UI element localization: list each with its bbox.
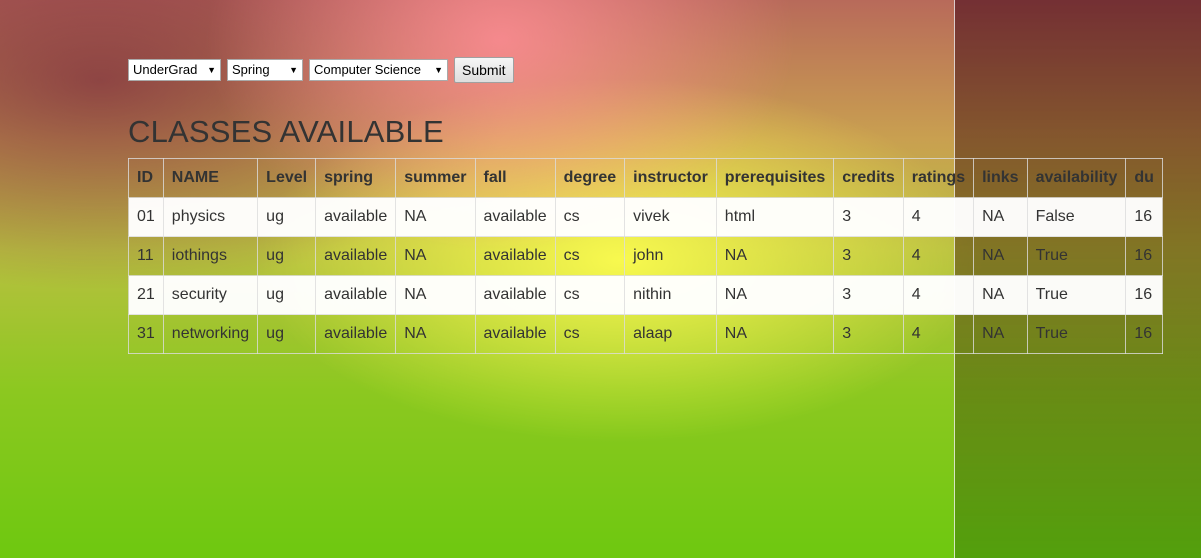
cell-degree: cs — [554, 275, 626, 315]
cell-level: ug — [257, 314, 317, 354]
cell-availability: False — [1026, 197, 1127, 237]
page-title: CLASSES AVAILABLE — [128, 114, 444, 149]
cell-id: 01 — [128, 197, 164, 237]
cell-instructor: vivek — [624, 197, 717, 237]
cell-id: 31 — [128, 314, 164, 354]
submit-button[interactable]: Submit — [454, 57, 514, 83]
cell-summer: NA — [395, 314, 476, 354]
column-header-spring: spring — [315, 158, 397, 198]
cell-duration: 16 — [1125, 236, 1163, 276]
cell-level: ug — [257, 275, 317, 315]
cell-credits: 3 — [833, 314, 904, 354]
cell-name: security — [162, 275, 259, 315]
cell-availability: True — [1026, 275, 1127, 315]
cell-spring: available — [315, 236, 397, 276]
cell-degree: cs — [554, 197, 626, 237]
filter-bar: UnderGrad ▼ Spring ▼ Computer Science ▼ … — [128, 57, 514, 83]
cell-name: physics — [162, 197, 259, 237]
cell-summer: NA — [395, 275, 476, 315]
classes-table: ID NAME Level spring summer fall degree … — [128, 158, 1163, 354]
cell-links: NA — [973, 197, 1028, 237]
cell-instructor: alaap — [624, 314, 717, 354]
term-select[interactable]: Spring ▼ — [227, 59, 303, 81]
cell-credits: 3 — [833, 236, 904, 276]
chevron-down-icon: ▼ — [289, 65, 298, 75]
column-header-credits: credits — [833, 158, 904, 198]
cell-ratings: 4 — [902, 275, 975, 315]
column-header-fall: fall — [474, 158, 556, 198]
column-header-availability: availability — [1026, 158, 1127, 198]
cell-degree: cs — [554, 314, 626, 354]
column-header-name: NAME — [162, 158, 259, 198]
level-select[interactable]: UnderGrad ▼ — [128, 59, 221, 81]
cell-duration: 16 — [1125, 275, 1163, 315]
chevron-down-icon: ▼ — [434, 65, 443, 75]
cell-credits: 3 — [833, 275, 904, 315]
table-row: 31 networking ug available NA available … — [128, 314, 1163, 354]
cell-name: networking — [162, 314, 259, 354]
classes-table-container: ID NAME Level spring summer fall degree … — [128, 158, 1163, 354]
cell-spring: available — [315, 314, 397, 354]
column-header-prerequisites: prerequisites — [715, 158, 835, 198]
cell-prerequisites: NA — [715, 236, 835, 276]
cell-ratings: 4 — [902, 236, 975, 276]
cell-level: ug — [257, 236, 317, 276]
cell-ratings: 4 — [902, 314, 975, 354]
cell-id: 11 — [128, 236, 164, 276]
column-header-duration: du — [1125, 158, 1163, 198]
cell-summer: NA — [395, 236, 476, 276]
cell-availability: True — [1026, 314, 1127, 354]
cell-id: 21 — [128, 275, 164, 315]
table-row: 11 iothings ug available NA available cs… — [128, 236, 1163, 276]
cell-prerequisites: NA — [715, 275, 835, 315]
table-row: 21 security ug available NA available cs… — [128, 275, 1163, 315]
cell-summer: NA — [395, 197, 476, 237]
cell-degree: cs — [554, 236, 626, 276]
cell-prerequisites: html — [715, 197, 835, 237]
cell-fall: available — [474, 314, 556, 354]
cell-duration: 16 — [1125, 314, 1163, 354]
cell-name: iothings — [162, 236, 259, 276]
cell-prerequisites: NA — [715, 314, 835, 354]
cell-spring: available — [315, 197, 397, 237]
table-row: 01 physics ug available NA available cs … — [128, 197, 1163, 237]
column-header-instructor: instructor — [624, 158, 717, 198]
cell-duration: 16 — [1125, 197, 1163, 237]
column-header-summer: summer — [395, 158, 476, 198]
chevron-down-icon: ▼ — [207, 65, 216, 75]
cell-fall: available — [474, 275, 556, 315]
department-select-value: Computer Science — [314, 62, 421, 77]
cell-links: NA — [973, 236, 1028, 276]
column-header-level: Level — [257, 158, 317, 198]
department-select[interactable]: Computer Science ▼ — [309, 59, 448, 81]
cell-availability: True — [1026, 236, 1127, 276]
column-header-links: links — [973, 158, 1028, 198]
cell-credits: 3 — [833, 197, 904, 237]
cell-spring: available — [315, 275, 397, 315]
cell-fall: available — [474, 236, 556, 276]
cell-links: NA — [973, 275, 1028, 315]
column-header-id: ID — [128, 158, 164, 198]
table-header-row: ID NAME Level spring summer fall degree … — [128, 158, 1163, 198]
cell-fall: available — [474, 197, 556, 237]
cell-instructor: john — [624, 236, 717, 276]
column-header-ratings: ratings — [902, 158, 975, 198]
cell-links: NA — [973, 314, 1028, 354]
cell-ratings: 4 — [902, 197, 975, 237]
level-select-value: UnderGrad — [133, 62, 198, 77]
term-select-value: Spring — [232, 62, 270, 77]
column-header-degree: degree — [554, 158, 626, 198]
cell-instructor: nithin — [624, 275, 717, 315]
cell-level: ug — [257, 197, 317, 237]
